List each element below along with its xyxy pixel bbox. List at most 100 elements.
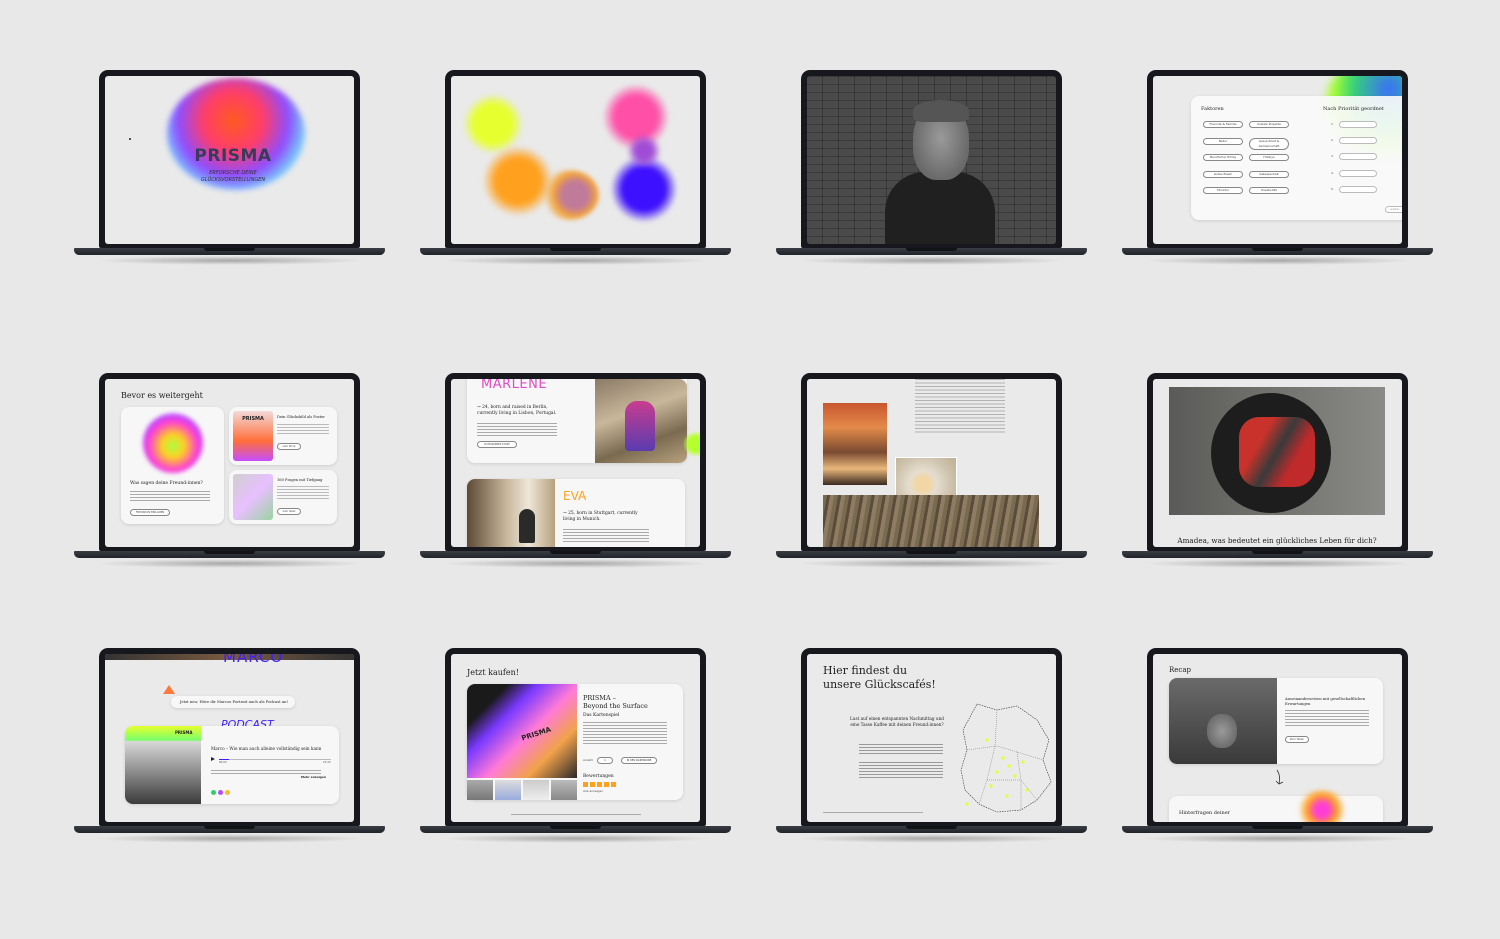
factor-pill[interactable]: Natur — [1203, 138, 1243, 145]
box-logo: PRISMA — [520, 725, 553, 743]
recap-title: Recap — [1169, 666, 1191, 674]
game-button[interactable]: zum Spiel — [277, 508, 301, 515]
rank-slot[interactable] — [1339, 121, 1377, 128]
rank-number: 2. — [1331, 138, 1334, 142]
play-icon[interactable] — [211, 757, 215, 761]
eva-name: EVA — [563, 489, 587, 503]
podcast-banner[interactable]: Jetzt neu: Höre dir Marcos Portrait auch… — [171, 696, 295, 708]
factor-pill[interactable]: Struktur — [1203, 187, 1243, 194]
product-text-lines — [583, 722, 667, 744]
amadea-question: Amadea, was bedeutet ein glückliches Leb… — [1177, 536, 1377, 545]
car-photo — [823, 403, 887, 485]
camera-notch — [217, 70, 243, 75]
footer-text-line — [823, 812, 923, 813]
more-link[interactable]: Mehr anzeigen — [301, 775, 326, 779]
eva-intro: → 25, born in Stuttgart, currently livin… — [563, 511, 638, 522]
google-podcasts-icon[interactable] — [225, 790, 230, 795]
screen-prisma-intro[interactable]: PRISMA ERFORSCHE DEINE GLÜCKSVORSTELLUNG… — [105, 76, 354, 244]
product-card: PRISMA PRISMA – Beyond the Surface Das K… — [467, 684, 683, 800]
cafe-marker — [995, 770, 999, 774]
cafe-marker — [985, 738, 989, 742]
camera-notch — [1265, 373, 1291, 378]
laptop-1: PRISMA ERFORSCHE DEINE GLÜCKSVORSTELLUNG… — [74, 70, 385, 265]
rank-slot[interactable] — [1339, 137, 1377, 144]
screen-photo-collage[interactable] — [807, 379, 1056, 547]
photo-person — [519, 509, 535, 543]
marlene-story-button[interactable]: ZU MARLENES STORY — [477, 441, 517, 448]
shop-button[interactable]: zum Shop — [277, 443, 301, 450]
cafe-marker — [1007, 764, 1011, 768]
article-text-lines — [915, 379, 1005, 435]
screen-blob-animation[interactable] — [451, 76, 700, 244]
screen-podcast[interactable]: MARCO Jetzt neu: Höre dir Marcos Portrai… — [105, 654, 354, 822]
card-gradient-orb — [1295, 790, 1349, 822]
laptop-lid: PRISMA ERFORSCHE DEINE GLÜCKSVORSTELLUNG… — [99, 70, 360, 248]
factor-pill[interactable]: Gelassenheit — [1249, 171, 1289, 178]
factor-pill[interactable]: Hobbys — [1249, 154, 1289, 161]
stone-wall-photo — [823, 495, 1039, 547]
add-to-cart-button[interactable]: IN DEN WARENKORB — [621, 757, 657, 764]
rank-slot[interactable] — [1339, 186, 1377, 193]
screen-before-continue[interactable]: Bevor es weitergeht Was sagen deine Freu… — [105, 379, 354, 547]
factor-pill[interactable]: Kreativität — [1249, 187, 1289, 194]
camera-notch — [217, 648, 243, 653]
factor-pill[interactable]: Soziale Projekte — [1249, 121, 1289, 128]
podcast-player-card: PRISMA Marco – Wie man auch alleine voll… — [125, 726, 339, 804]
camera-notch — [217, 373, 243, 378]
spotify-icon[interactable] — [211, 790, 216, 795]
recap-card: Auseinandersetzen mit gesellschaftlichen… — [1169, 678, 1383, 764]
photo-person — [1239, 417, 1315, 487]
rank-slot[interactable] — [1339, 170, 1377, 177]
weiter-button[interactable]: weiter — [1385, 206, 1402, 213]
product-thumbnail[interactable] — [523, 780, 549, 800]
story-text-lines — [477, 423, 557, 437]
factor-pill[interactable]: Freunde & Familie — [1203, 121, 1243, 128]
footer-text-line — [511, 814, 641, 815]
factor-pill[interactable]: Gesundheit & Gemeinschaft — [1249, 138, 1289, 150]
screen-stories[interactable]: MARLENE → 24, born and raised in Berlin,… — [451, 379, 700, 547]
screen-amadea-portrait[interactable]: Amadea, was bedeutet ein glückliches Leb… — [1153, 379, 1402, 547]
apple-podcasts-icon[interactable] — [218, 790, 223, 795]
screen-portrait-video[interactable] — [807, 76, 1056, 244]
prism-logo-icon — [163, 685, 175, 694]
photo-person — [625, 401, 655, 451]
eva-story-card: EVA → 25, born in Stuttgart, currently l… — [467, 479, 685, 547]
cover-logo: PRISMA — [175, 730, 193, 735]
poster-thumbnail: PRISMA — [233, 411, 273, 461]
screen-shop[interactable]: Jetzt kaufen! PRISMA PRISMA – Beyond the… — [451, 654, 700, 822]
recap-card-heading: Auseinandersetzen mit gesellschaftlichen… — [1285, 696, 1366, 706]
poster-logo: PRISMA — [242, 416, 264, 422]
camera-notch — [919, 373, 945, 378]
product-thumbnail[interactable] — [467, 780, 493, 800]
screen-priority-ranking[interactable]: Faktoren Nach Priorität geordnet Freunde… — [1153, 76, 1402, 244]
intro-text-lines — [859, 762, 943, 780]
product-thumbnail[interactable] — [551, 780, 577, 800]
marco-name: MARCO — [223, 654, 284, 666]
invite-button[interactable]: FREUND:IN EINLADEN — [130, 509, 170, 516]
quantity-stepper[interactable]: 1 — [597, 757, 613, 764]
laptop-6: MARLENE → 24, born and raised in Berlin,… — [420, 373, 731, 568]
factor-pill[interactable]: Beruflicher Erfolg — [1203, 154, 1243, 161]
laptop-5: Bevor es weitergeht Was sagen deine Freu… — [74, 373, 385, 568]
region-map[interactable] — [957, 700, 1053, 816]
cafe-marker — [1013, 774, 1017, 778]
laptop-8: Amadea, was bedeutet ein glückliches Leb… — [1122, 373, 1433, 568]
ranking-card: Faktoren Nach Priorität geordnet Freunde… — [1191, 96, 1402, 220]
rank-slot[interactable] — [1339, 153, 1377, 160]
map-borders — [966, 709, 1044, 810]
share-button[interactable]: Zum Teilen — [1285, 736, 1309, 743]
map-subtitle-line-1: Lust auf einen entspannten Nachmittag un… — [850, 716, 944, 721]
screen-cafe-map[interactable]: Hier findest du unsere Glückscafés! Lust… — [807, 654, 1056, 822]
progress-track[interactable] — [219, 759, 331, 760]
product-title-line-2: Beyond the Surface — [583, 702, 648, 710]
card-heading: 160 Fragen mit Tiefgang — [277, 478, 323, 482]
laptop-11: Hier findest du unsere Glückscafés! Lust… — [776, 648, 1087, 843]
screen-recap[interactable]: Recap Auseinandersetzen mit gesellschaft… — [1153, 654, 1402, 822]
factor-pill[interactable]: Gutes Essen — [1203, 171, 1243, 178]
time-start: 00:00 — [219, 761, 227, 764]
marlene-story-card: MARLENE → 24, born and raised in Berlin,… — [467, 379, 687, 463]
product-thumbnail[interactable] — [495, 780, 521, 800]
product-title-line-1: PRISMA – — [583, 694, 616, 702]
tagline-line-2: GLÜCKSVORSTELLUNGEN — [200, 177, 266, 183]
reviews-link[interactable]: Alle anzeigen — [583, 789, 603, 793]
